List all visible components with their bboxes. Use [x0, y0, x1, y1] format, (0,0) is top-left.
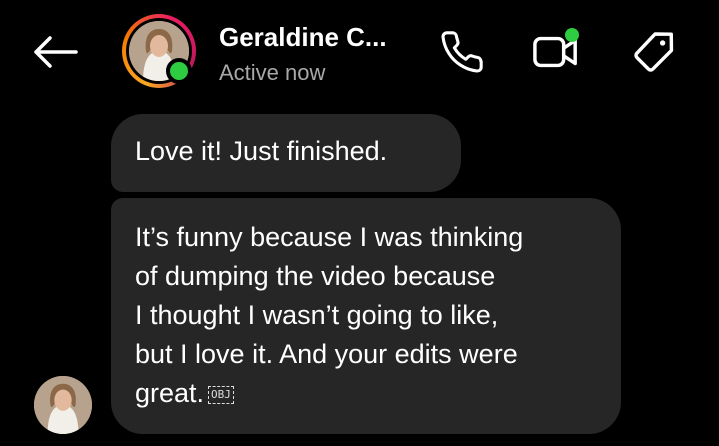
- chat-screen: Geraldine C... Active now Love it! Just …: [0, 0, 719, 446]
- message-text-line: but I love it. And your edits were: [135, 339, 518, 369]
- voice-call-button[interactable]: [436, 26, 488, 78]
- message-bubble[interactable]: It’s funny because I was thinking of dum…: [111, 198, 621, 434]
- sender-avatar[interactable]: [34, 376, 92, 434]
- phone-icon: [441, 31, 483, 73]
- message-bubble[interactable]: Love it! Just finished.: [111, 114, 461, 192]
- tag-button[interactable]: [628, 26, 680, 78]
- online-status-dot: [166, 58, 192, 84]
- arrow-left-icon: [34, 36, 78, 68]
- back-button[interactable]: [28, 30, 82, 74]
- video-active-dot: [565, 28, 579, 42]
- message-text-fragment: great.: [135, 378, 205, 408]
- message-text: Love it! Just finished.: [135, 136, 388, 166]
- chat-header: Geraldine C... Active now: [0, 0, 719, 100]
- message-text-line: I thought I wasn’t going to like,: [135, 300, 499, 330]
- active-status: Active now: [219, 60, 326, 85]
- message-text-line: of dumping the video because: [135, 261, 496, 291]
- object-replacement-marker: OBJ: [208, 385, 234, 404]
- contact-name[interactable]: Geraldine C...: [219, 22, 387, 53]
- message-text-line: It’s funny because I was thinking: [135, 222, 524, 252]
- message-text-line: great. OBJ: [135, 374, 597, 413]
- tag-icon: [634, 32, 674, 72]
